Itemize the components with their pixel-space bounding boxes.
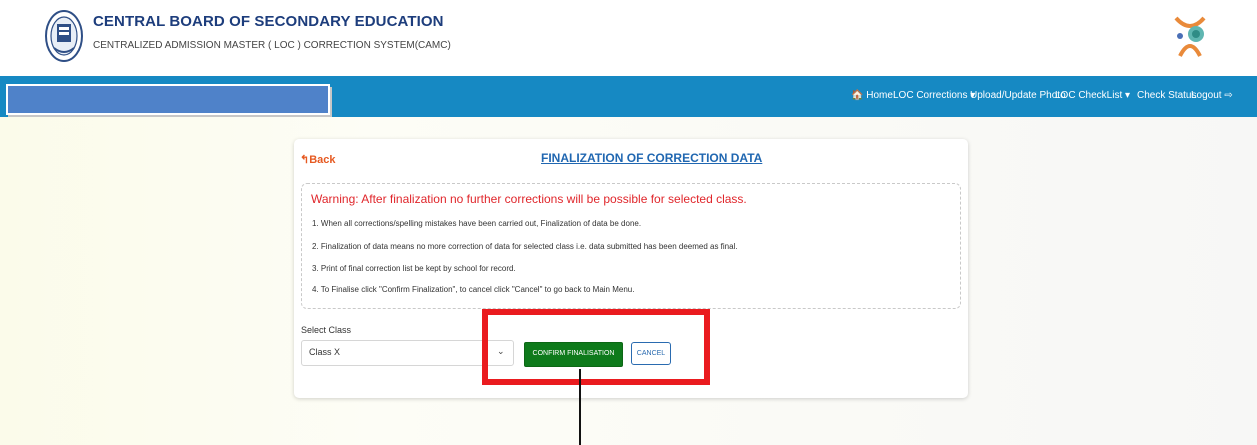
cbse-emblem-logo	[45, 10, 83, 62]
nav-check-status-link[interactable]: Check Status	[1137, 90, 1196, 101]
page-title: FINALIZATION OF CORRECTION DATA	[541, 151, 763, 165]
instruction-item: 1. When all corrections/spelling mistake…	[312, 219, 642, 228]
nav-loc-corrections-menu[interactable]: LOC Corrections ▾	[893, 90, 975, 101]
instruction-item: 3. Print of final correction list be kep…	[312, 264, 516, 273]
instruction-item: 4. To Finalise click "Confirm Finalizati…	[312, 285, 635, 294]
select-class-label: Select Class	[301, 325, 352, 335]
system-subtitle: CENTRALIZED ADMISSION MASTER ( LOC ) COR…	[93, 40, 451, 51]
nav-logout-link[interactable]: Logout ⇨	[1191, 90, 1233, 101]
nav-home-link[interactable]: 🏠 Home	[851, 90, 893, 101]
nav-upload-photo-link[interactable]: Upload/Update Photo	[970, 90, 1066, 101]
board-title: CENTRAL BOARD OF SECONDARY EDUCATION	[93, 13, 444, 30]
pointer-annotation-line	[579, 369, 581, 445]
instruction-item: 2. Finalization of data means no more co…	[312, 242, 738, 251]
brand-logo	[1174, 16, 1206, 57]
nav-loc-checklist-menu[interactable]: LOC CheckList ▾	[1055, 90, 1130, 101]
highlight-annotation-box	[482, 309, 710, 385]
back-link[interactable]: ↰Back	[300, 153, 336, 166]
class-select-value: Class X	[309, 347, 341, 357]
site-header	[0, 0, 1257, 76]
school-name-banner	[6, 84, 330, 115]
warning-message: Warning: After finalization no further c…	[311, 192, 747, 206]
